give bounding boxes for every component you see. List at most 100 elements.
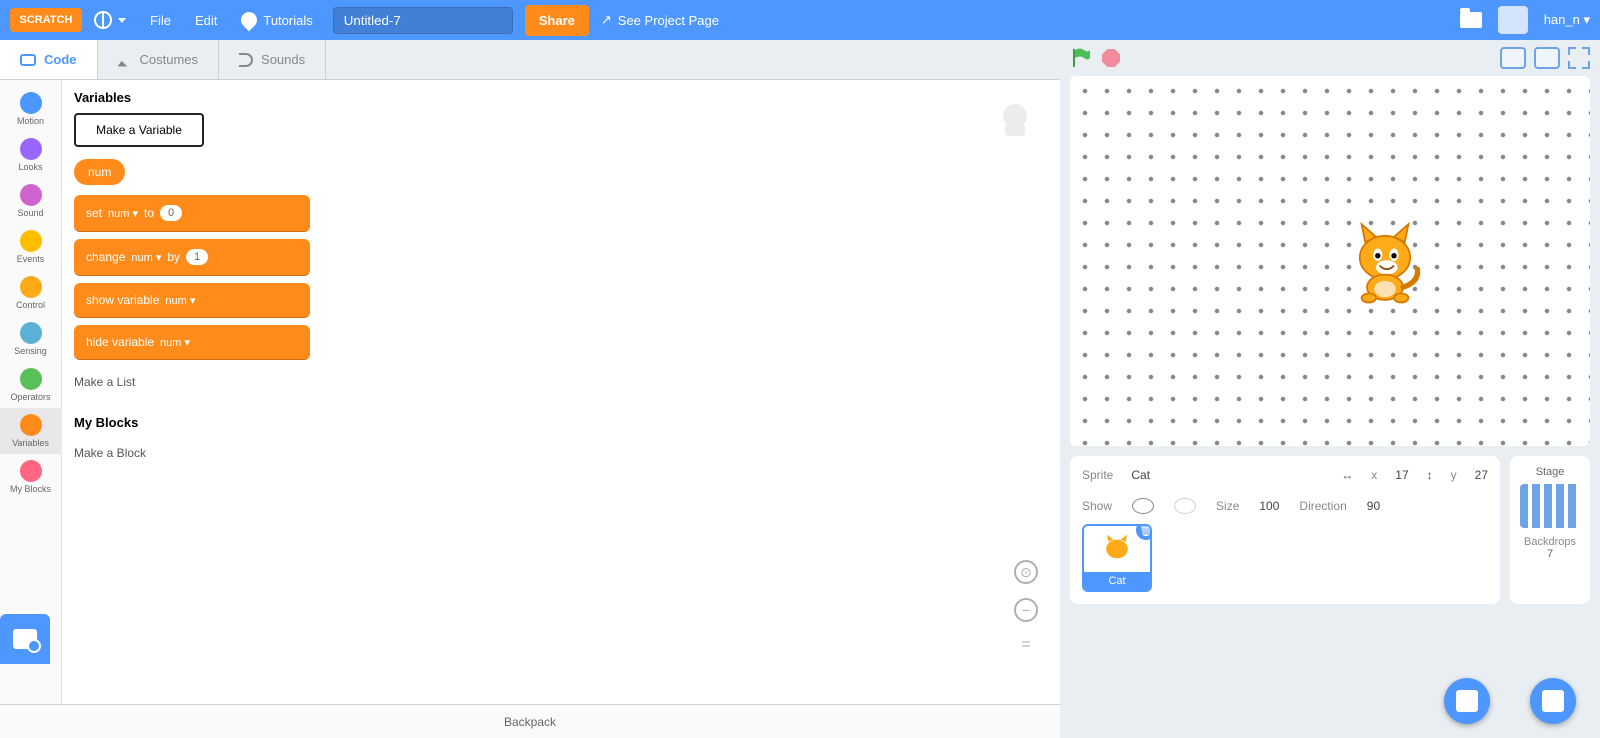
y-label: y [1451, 468, 1457, 482]
mystuff-icon[interactable] [1460, 12, 1482, 28]
blk-text: to [144, 206, 154, 220]
file-menu[interactable]: File [138, 0, 183, 40]
dropdown[interactable]: num ▾ [131, 251, 161, 264]
block-palette: Variables Make a Variable num setnum ▾to… [62, 80, 322, 704]
category-control[interactable]: Control [0, 270, 62, 316]
project-title-input[interactable] [333, 7, 513, 34]
cat-label: Control [16, 300, 45, 310]
landscape-icon [1542, 690, 1564, 712]
show-button[interactable] [1132, 498, 1154, 514]
sprite-name-input[interactable]: Cat [1131, 468, 1150, 482]
block-hide-variable[interactable]: hide variablenum ▾ [74, 325, 310, 359]
backdrops-label: Backdrops [1516, 536, 1584, 548]
tutorials-button[interactable]: Tutorials [229, 0, 324, 40]
green-flag-button[interactable] [1070, 47, 1092, 69]
category-looks[interactable]: Looks [0, 132, 62, 178]
cat-label: Operators [10, 392, 50, 402]
dot-icon [20, 184, 42, 206]
username-menu[interactable]: han_n ▾ [1544, 12, 1590, 28]
zoom-in-button[interactable]: = [1016, 636, 1036, 654]
blk-text: show variable [86, 293, 159, 307]
y-input[interactable]: 27 [1475, 468, 1488, 482]
add-sprite-button[interactable] [1444, 678, 1490, 724]
tab-label: Costumes [140, 52, 199, 67]
dropdown[interactable]: num ▾ [108, 207, 138, 220]
stage[interactable] [1070, 76, 1590, 446]
block-show-variable[interactable]: show variable num ▾ [74, 283, 310, 317]
dot-icon [20, 460, 42, 482]
code-icon [20, 54, 36, 66]
edit-menu[interactable]: Edit [183, 0, 229, 40]
dot-icon [20, 276, 42, 298]
make-variable-button[interactable]: Make a Variable [74, 113, 204, 147]
dot-icon [20, 230, 42, 252]
stage-selector[interactable]: Stage Backdrops 7 [1510, 456, 1590, 604]
sprite-list: 🗑 Cat [1082, 524, 1488, 592]
scratch-logo[interactable]: SCRATCH [10, 8, 82, 32]
dot-icon [20, 322, 42, 344]
category-myblocks[interactable]: My Blocks [0, 454, 62, 500]
fullscreen-button[interactable] [1568, 47, 1590, 69]
size-input[interactable]: 100 [1259, 499, 1279, 513]
dot-icon [20, 414, 42, 436]
category-events[interactable]: Events [0, 224, 62, 270]
hide-button[interactable] [1174, 498, 1196, 514]
category-sound[interactable]: Sound [0, 178, 62, 224]
dropdown[interactable]: num ▾ [160, 336, 190, 349]
category-motion[interactable]: Motion [0, 86, 62, 132]
category-list: Motion Looks Sound Events Control Sensin… [0, 80, 62, 704]
category-operators[interactable]: Operators [0, 362, 62, 408]
workspace[interactable]: ⊙ − = [322, 80, 1060, 704]
make-block-button[interactable]: Make a Block [74, 438, 310, 468]
zoom-controls: ⊙ − = [1014, 560, 1038, 654]
direction-input[interactable]: 90 [1367, 499, 1380, 513]
xy-icon: ↔ [1341, 468, 1353, 482]
x-input[interactable]: 17 [1395, 468, 1408, 482]
x-label: x [1371, 468, 1377, 482]
cat-face-icon [1456, 690, 1478, 712]
cat-label: Variables [12, 438, 49, 448]
backpack-bar[interactable]: Backpack [0, 704, 1060, 738]
variables-heading: Variables [74, 90, 310, 105]
cat-label: Looks [18, 162, 42, 172]
small-stage-button[interactable] [1500, 47, 1526, 69]
add-extension-button[interactable] [0, 614, 50, 664]
make-list-button[interactable]: Make a List [74, 367, 310, 397]
input-pill[interactable]: 1 [186, 249, 208, 265]
add-backdrop-button[interactable] [1530, 678, 1576, 724]
variable-reporter[interactable]: num [74, 159, 125, 185]
zoom-out-button[interactable]: − [1014, 598, 1038, 622]
category-variables[interactable]: Variables [0, 408, 62, 454]
category-sensing[interactable]: Sensing [0, 316, 62, 362]
large-stage-button[interactable] [1534, 47, 1560, 69]
user-avatar[interactable] [1498, 6, 1528, 34]
sprite-label: Sprite [1082, 468, 1113, 482]
block-change-variable[interactable]: changenum ▾by1 [74, 239, 310, 275]
cat-label: Motion [17, 116, 44, 126]
caret-icon [118, 18, 126, 23]
see-project-label: See Project Page [618, 13, 719, 28]
tab-label: Code [44, 52, 77, 67]
direction-label: Direction [1299, 499, 1346, 513]
globe-icon [94, 11, 112, 29]
lightbulb-icon [238, 9, 261, 32]
block-set-variable[interactable]: setnum ▾to0 [74, 195, 310, 231]
tab-sounds[interactable]: Sounds [219, 40, 326, 79]
sprite-tile-cat[interactable]: 🗑 Cat [1082, 524, 1152, 592]
cat-label: Sound [17, 208, 43, 218]
share-button[interactable]: Share [525, 5, 589, 36]
tab-code[interactable]: Code [0, 40, 98, 79]
language-menu[interactable] [82, 0, 138, 40]
stop-button[interactable] [1102, 49, 1120, 67]
backdrops-count: 7 [1516, 548, 1584, 560]
tutorials-label: Tutorials [263, 13, 312, 28]
tab-costumes[interactable]: Costumes [98, 40, 220, 79]
input-pill[interactable]: 0 [160, 205, 182, 221]
zoom-reset-button[interactable]: ⊙ [1014, 560, 1038, 584]
tab-label: Sounds [261, 52, 305, 67]
stage-thumbnail [1520, 484, 1580, 528]
dropdown[interactable]: num ▾ [165, 294, 195, 307]
myblocks-heading: My Blocks [74, 415, 310, 430]
sprite-cat[interactable] [1340, 217, 1430, 307]
see-project-page[interactable]: ↗See Project Page [589, 0, 731, 40]
